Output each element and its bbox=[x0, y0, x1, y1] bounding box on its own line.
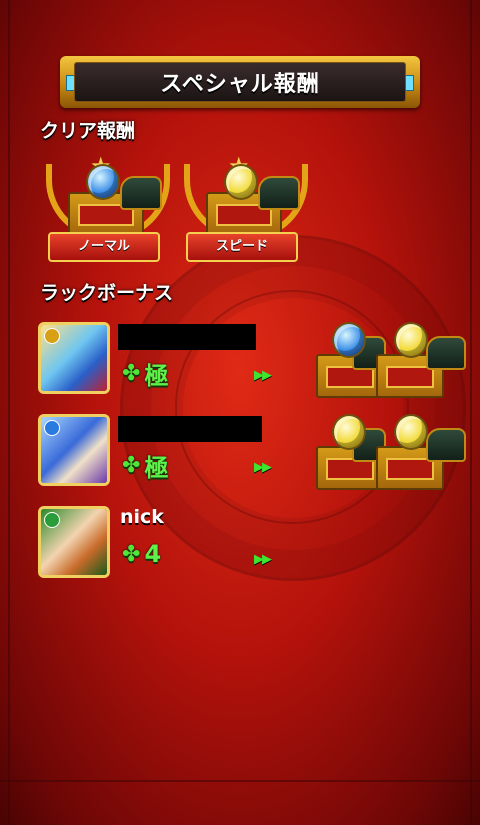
element-badge-icon bbox=[44, 328, 60, 344]
blue-gem-icon bbox=[86, 164, 120, 200]
monster-avatar[interactable] bbox=[38, 506, 110, 578]
luck-value: ✤ 極 bbox=[122, 356, 168, 391]
yellow-gem-icon bbox=[332, 414, 366, 450]
luck-value-text: 極 bbox=[144, 362, 169, 390]
special-reward-header: スペシャル報酬 bbox=[60, 56, 420, 108]
frame-line-bottom bbox=[0, 780, 480, 782]
element-badge-icon bbox=[44, 512, 60, 528]
monster-avatar[interactable] bbox=[38, 322, 110, 394]
luck-bonus-row[interactable]: ✤ 極 ▶▶ bbox=[38, 322, 478, 408]
clover-icon: ✤ bbox=[122, 541, 141, 567]
clear-reward-title: クリア報酬 bbox=[40, 120, 136, 142]
chest-lid-icon bbox=[426, 336, 466, 370]
blue-gem-icon bbox=[332, 322, 366, 358]
yellow-gem-icon bbox=[224, 164, 258, 200]
luck-value: ✤ 4 bbox=[122, 540, 161, 568]
luck-value-text: 極 bbox=[144, 454, 169, 482]
player-name-redacted bbox=[118, 416, 262, 442]
header-plate: スペシャル報酬 bbox=[74, 62, 406, 102]
chest-lid-icon bbox=[120, 176, 162, 210]
reward-label-speed: スピード bbox=[186, 232, 298, 262]
clover-icon: ✤ bbox=[122, 361, 141, 386]
luck-value-text: 4 bbox=[144, 540, 162, 568]
reward-label-normal: ノーマル bbox=[48, 232, 160, 262]
luck-bonus-row[interactable]: ✤ 極 ▶▶ bbox=[38, 414, 478, 500]
yellow-gem-icon bbox=[394, 322, 428, 358]
double-arrow-icon: ▶▶ bbox=[254, 460, 272, 475]
player-name: nick bbox=[120, 506, 164, 528]
frame-line-left bbox=[8, 0, 10, 825]
monster-avatar[interactable] bbox=[38, 414, 110, 486]
luck-bonus-row[interactable]: nick ✤ 4 ▶▶ bbox=[38, 506, 478, 592]
clover-icon: ✤ bbox=[122, 453, 141, 478]
yellow-gem-icon bbox=[394, 414, 428, 450]
player-name-redacted bbox=[118, 324, 256, 350]
element-badge-icon bbox=[44, 420, 60, 436]
frame-line-right bbox=[470, 0, 472, 825]
chest-lid-icon bbox=[426, 428, 466, 462]
double-arrow-icon: ▶▶ bbox=[254, 368, 272, 383]
luck-bonus-title: ラックボーナス bbox=[40, 282, 174, 304]
header-title: スペシャル報酬 bbox=[160, 72, 320, 97]
clear-reward-speed: ★ スピード bbox=[178, 152, 308, 268]
bonus-chest-pair bbox=[316, 322, 476, 402]
chest-lid-icon bbox=[258, 176, 300, 210]
bonus-chest-pair bbox=[316, 414, 476, 494]
clear-reward-normal: ★ ノーマル bbox=[40, 152, 170, 268]
double-arrow-icon: ▶▶ bbox=[254, 552, 272, 567]
luck-value: ✤ 極 bbox=[122, 448, 168, 483]
